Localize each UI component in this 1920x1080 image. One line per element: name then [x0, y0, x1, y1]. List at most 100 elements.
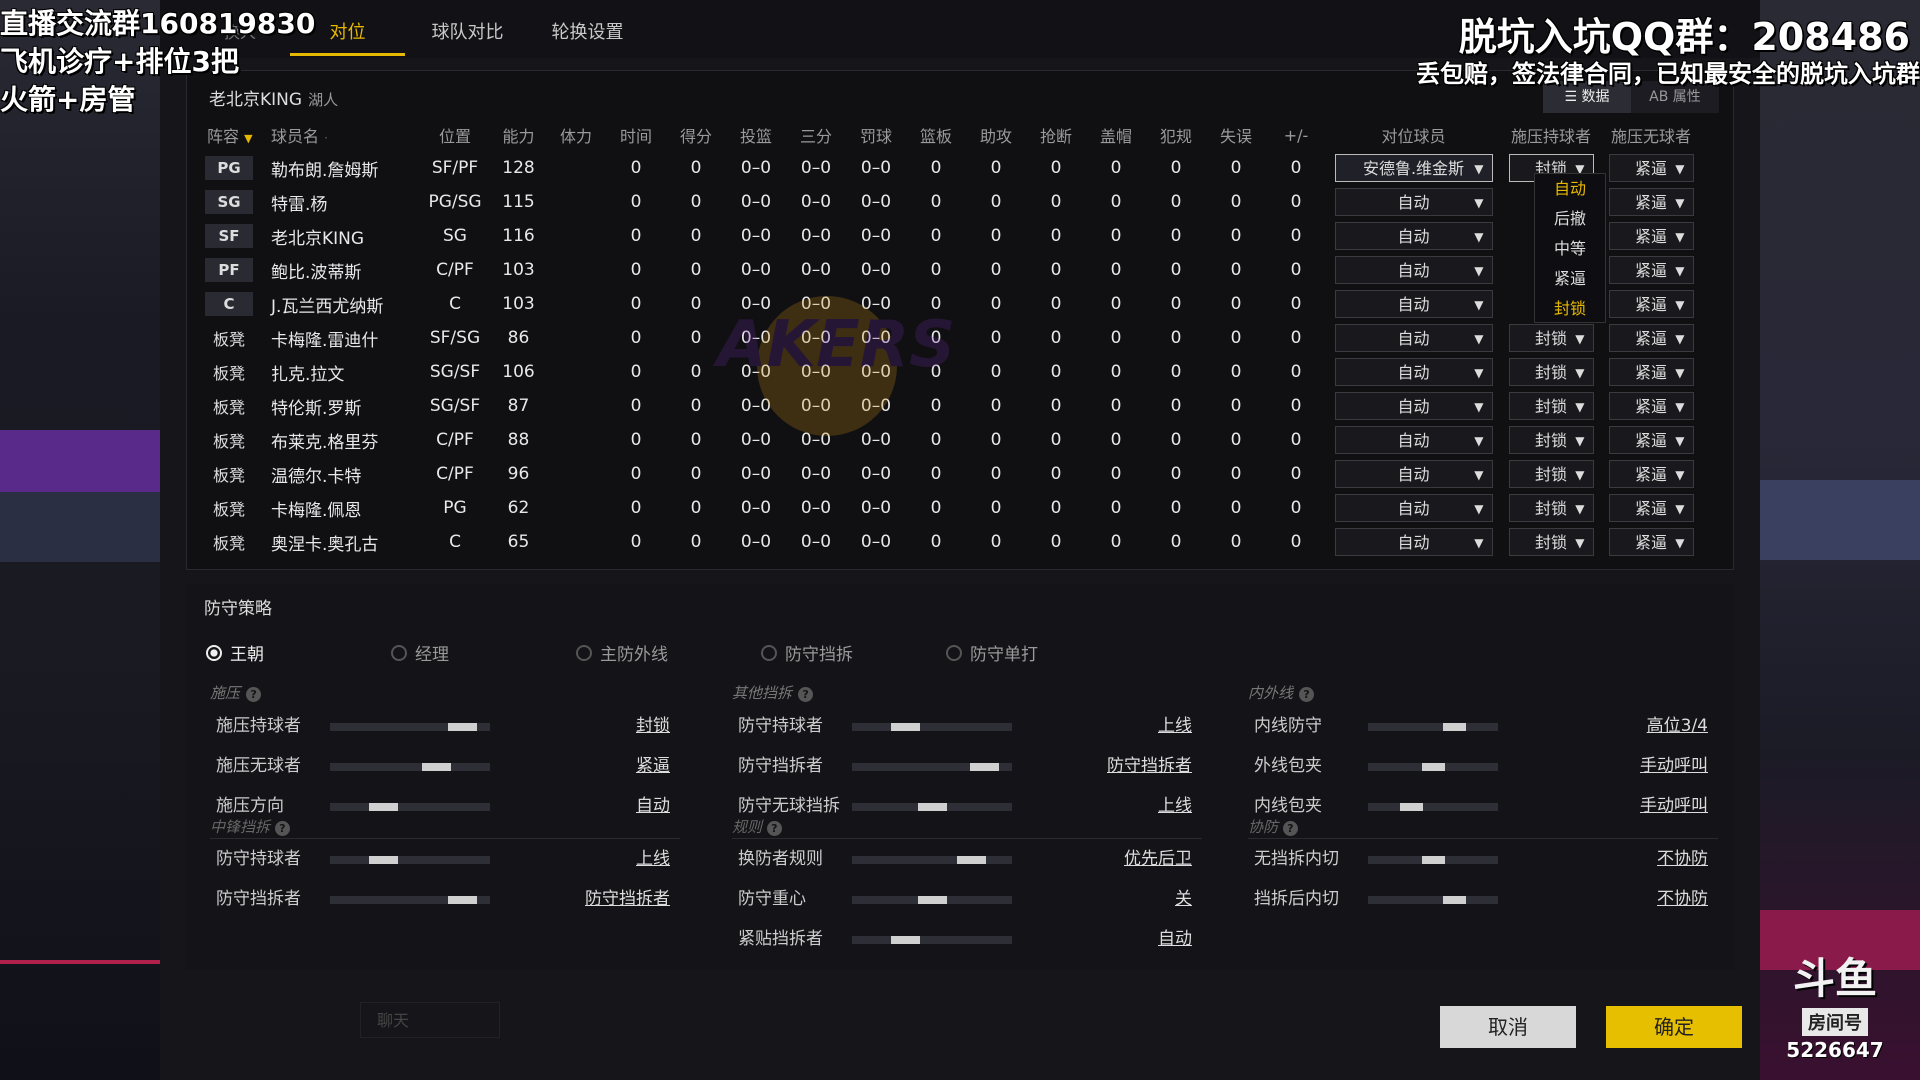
- help-icon[interactable]: ?: [1299, 687, 1315, 702]
- player-name[interactable]: 布莱克.格里芬: [259, 423, 419, 457]
- offball-pressure-select[interactable]: 紧逼 ▼: [1608, 392, 1694, 420]
- strategy-value-link[interactable]: 不协防: [1657, 879, 1708, 919]
- strategy-slider[interactable]: [330, 803, 490, 811]
- slider-handle[interactable]: [1443, 723, 1466, 731]
- matchup-select[interactable]: 自动 ▼: [1334, 222, 1493, 250]
- slider-handle[interactable]: [369, 856, 398, 864]
- offball-pressure-select[interactable]: 紧逼 ▼: [1608, 358, 1694, 386]
- matchup-select[interactable]: 自动 ▼: [1334, 494, 1493, 522]
- strategy-slider[interactable]: [1368, 723, 1498, 731]
- strategy-slider[interactable]: [852, 723, 1012, 731]
- strategy-slider[interactable]: [1368, 896, 1498, 904]
- player-name[interactable]: 卡梅隆.雷迪什: [259, 321, 419, 355]
- matchup-select[interactable]: 自动 ▼: [1334, 528, 1493, 556]
- help-icon[interactable]: ?: [274, 821, 290, 836]
- player-name[interactable]: 勒布朗.詹姆斯: [259, 151, 419, 185]
- strategy-value-link[interactable]: 自动: [1158, 919, 1192, 959]
- matchup-select[interactable]: 自动 ▼: [1334, 392, 1493, 420]
- strategy-radio[interactable]: 王朝: [206, 640, 391, 665]
- dropdown-option[interactable]: 紧逼: [1535, 264, 1605, 294]
- strategy-slider[interactable]: [852, 803, 1012, 811]
- player-name[interactable]: 卡梅隆.佩恩: [259, 491, 419, 525]
- strategy-value-link[interactable]: 紧逼: [636, 746, 670, 786]
- help-icon[interactable]: ?: [246, 687, 262, 702]
- offball-pressure-select[interactable]: 紧逼 ▼: [1608, 528, 1694, 556]
- player-name[interactable]: 老北京KING: [259, 219, 419, 253]
- matchup-select[interactable]: 自动 ▼: [1334, 290, 1493, 318]
- offball-pressure-select[interactable]: 紧逼 ▼: [1608, 290, 1694, 318]
- slider-handle[interactable]: [1422, 763, 1445, 771]
- dropdown-option[interactable]: 中等: [1535, 234, 1605, 264]
- slider-handle[interactable]: [1400, 803, 1423, 811]
- help-icon[interactable]: ?: [1282, 821, 1298, 836]
- dropdown-option[interactable]: 后撤: [1535, 204, 1605, 234]
- onball-pressure-select[interactable]: 封锁 ▼: [1508, 324, 1594, 352]
- player-name[interactable]: 鲍比.波蒂斯: [259, 253, 419, 287]
- offball-pressure-select[interactable]: 紧逼 ▼: [1608, 222, 1694, 250]
- slider-handle[interactable]: [957, 856, 986, 864]
- offball-pressure-select[interactable]: 紧逼 ▼: [1608, 426, 1694, 454]
- player-name[interactable]: 特伦斯.罗斯: [259, 389, 419, 423]
- slider-handle[interactable]: [422, 763, 451, 771]
- strategy-slider[interactable]: [852, 896, 1012, 904]
- player-name[interactable]: 特雷.杨: [259, 185, 419, 219]
- onball-pressure-select[interactable]: 封锁 ▼: [1508, 528, 1594, 556]
- dropdown-option[interactable]: 封锁: [1535, 294, 1605, 324]
- strategy-value-link[interactable]: 上线: [636, 839, 670, 879]
- offball-pressure-select[interactable]: 紧逼 ▼: [1608, 256, 1694, 284]
- strategy-radio[interactable]: 防守挡拆: [761, 640, 946, 665]
- onball-pressure-select[interactable]: 封锁 ▼: [1508, 426, 1594, 454]
- slider-handle[interactable]: [1422, 856, 1445, 864]
- strategy-slider[interactable]: [1368, 763, 1498, 771]
- slider-handle[interactable]: [918, 803, 947, 811]
- slider-handle[interactable]: [1443, 896, 1466, 904]
- dropdown-option[interactable]: 自动: [1535, 174, 1605, 204]
- strategy-value-link[interactable]: 手动呼叫: [1640, 746, 1708, 786]
- cancel-button[interactable]: 取消: [1440, 1006, 1576, 1048]
- slider-handle[interactable]: [970, 763, 999, 771]
- onball-pressure-select[interactable]: 封锁 ▼: [1508, 392, 1594, 420]
- onball-pressure-select[interactable]: 封锁 ▼: [1508, 460, 1594, 488]
- strategy-slider[interactable]: [1368, 856, 1498, 864]
- offball-pressure-select[interactable]: 紧逼 ▼: [1608, 188, 1694, 216]
- strategy-slider[interactable]: [330, 896, 490, 904]
- strategy-value-link[interactable]: 上线: [1158, 706, 1192, 746]
- offball-pressure-select[interactable]: 紧逼 ▼: [1608, 154, 1694, 182]
- strategy-radio[interactable]: 主防外线: [576, 640, 761, 665]
- tab-team-compare[interactable]: 球队对比: [410, 0, 525, 56]
- onball-pressure-select[interactable]: 封锁 ▼: [1508, 494, 1594, 522]
- player-name[interactable]: 温德尔.卡特: [259, 457, 419, 491]
- offball-pressure-select[interactable]: 紧逼 ▼: [1608, 494, 1694, 522]
- strategy-value-link[interactable]: 关: [1175, 879, 1192, 919]
- slider-handle[interactable]: [891, 936, 920, 944]
- strategy-slider[interactable]: [852, 936, 1012, 944]
- strategy-slider[interactable]: [330, 856, 490, 864]
- strategy-slider[interactable]: [852, 763, 1012, 771]
- tab-rotation[interactable]: 轮换设置: [530, 0, 645, 56]
- help-icon[interactable]: ?: [798, 687, 814, 702]
- slider-handle[interactable]: [369, 803, 398, 811]
- player-name[interactable]: J.瓦兰西尤纳斯: [259, 287, 419, 321]
- player-name[interactable]: 奥涅卡.奥孔古: [259, 525, 419, 559]
- strategy-radio[interactable]: 经理: [391, 640, 576, 665]
- strategy-slider[interactable]: [1368, 803, 1498, 811]
- offball-pressure-select[interactable]: 紧逼 ▼: [1608, 460, 1694, 488]
- strategy-slider[interactable]: [852, 856, 1012, 864]
- strategy-value-link[interactable]: 防守挡拆者: [585, 879, 670, 919]
- slider-handle[interactable]: [918, 896, 947, 904]
- player-name[interactable]: 扎克.拉文: [259, 355, 419, 389]
- strategy-value-link[interactable]: 防守挡拆者: [1107, 746, 1192, 786]
- matchup-select[interactable]: 自动 ▼: [1334, 460, 1493, 488]
- strategy-value-link[interactable]: 封锁: [636, 706, 670, 746]
- onball-pressure-select[interactable]: 封锁 ▼: [1508, 358, 1594, 386]
- matchup-select[interactable]: 自动 ▼: [1334, 256, 1493, 284]
- chat-button[interactable]: 聊天: [360, 1002, 500, 1038]
- matchup-select[interactable]: 自动 ▼: [1334, 324, 1493, 352]
- strategy-slider[interactable]: [330, 763, 490, 771]
- matchup-select[interactable]: 安德鲁.维金斯 ▼: [1334, 154, 1493, 182]
- slider-handle[interactable]: [448, 896, 477, 904]
- lineup-header[interactable]: 阵容 ▼: [199, 119, 259, 151]
- offball-pressure-select[interactable]: 紧逼 ▼: [1608, 324, 1694, 352]
- confirm-button[interactable]: 确定: [1606, 1006, 1742, 1048]
- matchup-select[interactable]: 自动 ▼: [1334, 188, 1493, 216]
